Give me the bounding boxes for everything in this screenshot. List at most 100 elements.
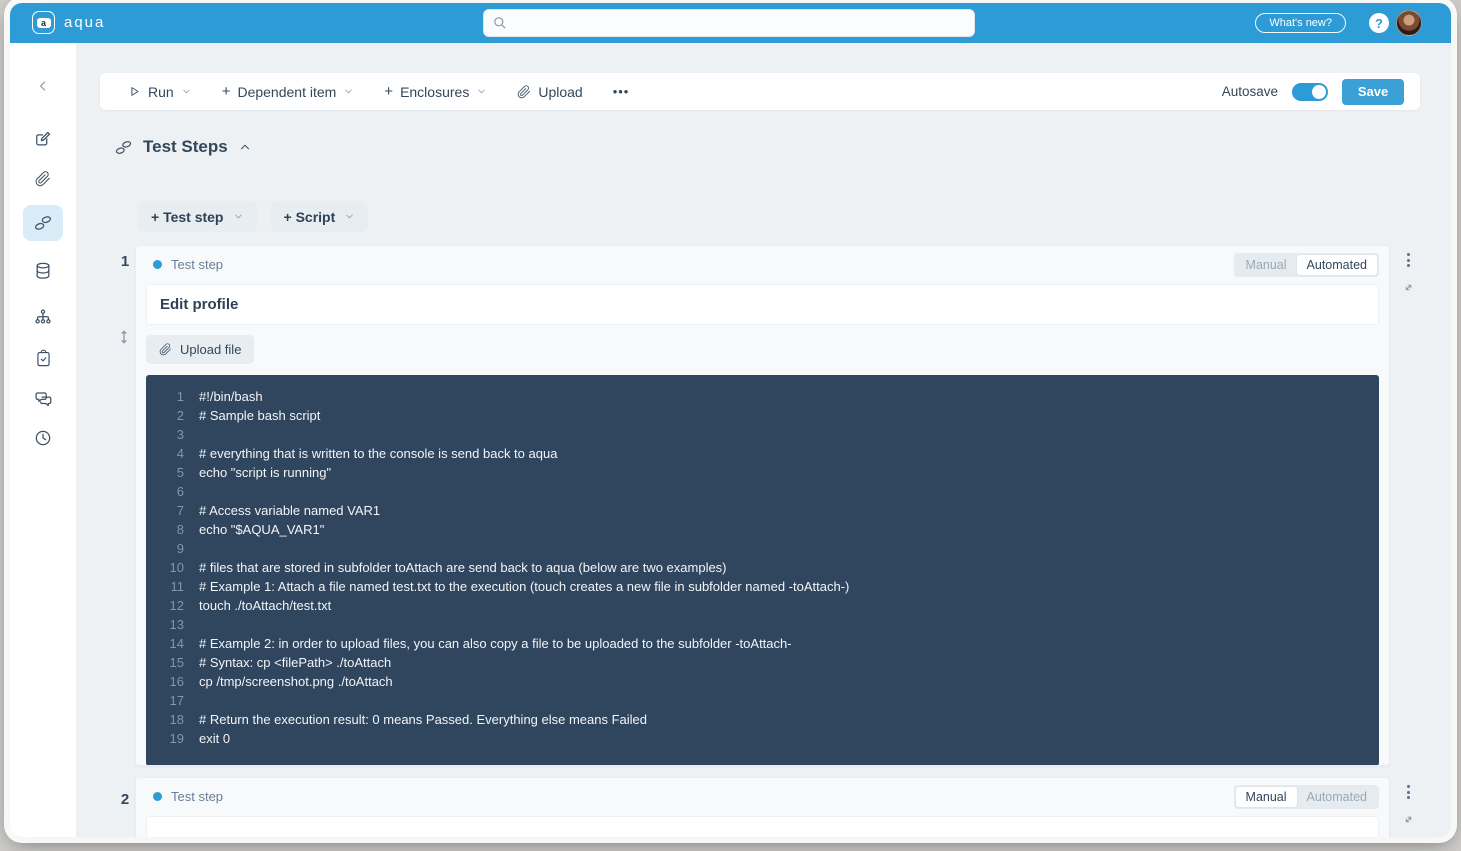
test-steps-icon (33, 213, 53, 233)
run-button[interactable]: Run (128, 84, 192, 100)
chevron-down-icon (233, 211, 244, 222)
upload-button[interactable]: Upload (517, 84, 582, 100)
step-title-field[interactable] (146, 816, 1379, 837)
aqua-logo[interactable]: a aqua (32, 11, 105, 34)
code-editor-lines: 1#!/bin/bash2# Sample bash script34# eve… (156, 387, 1369, 748)
autosave-toggle[interactable] (1292, 83, 1328, 101)
code-line: 13 (156, 615, 1369, 634)
test-steps-header: Test Steps (114, 137, 252, 157)
save-button[interactable]: Save (1342, 79, 1404, 105)
step-header: Test step Manual Automated (136, 778, 1389, 815)
script-code-editor[interactable]: 1#!/bin/bash2# Sample bash script34# eve… (146, 375, 1379, 766)
mode-switch: Manual Automated (1234, 785, 1379, 809)
code-line: 8echo "$AQUA_VAR1" (156, 520, 1369, 539)
play-icon (128, 85, 141, 98)
sidebar-item-attachments[interactable] (23, 161, 63, 197)
step-status-dot (153, 792, 162, 801)
code-line: 16cp /tmp/screenshot.png ./toAttach (156, 672, 1369, 691)
add-test-step-button[interactable]: + Test step (138, 201, 257, 232)
whats-new-button[interactable]: What's new? (1255, 13, 1346, 33)
sidebar-item-edit[interactable] (23, 121, 63, 157)
code-line: 10# files that are stored in subfolder t… (156, 558, 1369, 577)
upload-label: Upload (538, 84, 582, 100)
step-header: Test step Manual Automated (136, 246, 1389, 283)
chevron-up-icon[interactable] (238, 140, 252, 154)
clipboard-check-icon (34, 349, 53, 368)
code-line: 2# Sample bash script (156, 406, 1369, 425)
aqua-logo-text: aqua (64, 14, 105, 31)
sidebar-item-checklist[interactable] (23, 340, 63, 376)
code-line: 14# Example 2: in order to upload files,… (156, 634, 1369, 653)
automated-tab[interactable]: Automated (1297, 787, 1377, 807)
plus-icon: + (222, 83, 231, 100)
step-type-label: Test step (171, 257, 223, 272)
code-line: 5echo "script is running" (156, 463, 1369, 482)
chevron-down-icon (343, 86, 354, 97)
hierarchy-icon (33, 308, 53, 328)
dependent-item-label: Dependent item (237, 84, 336, 100)
clock-icon (33, 428, 53, 448)
enclosures-button[interactable]: + Enclosures (384, 83, 487, 100)
help-button[interactable]: ? (1369, 13, 1389, 33)
toggle-knob (1312, 85, 1326, 99)
code-line: 17 (156, 691, 1369, 710)
sidebar (10, 43, 76, 837)
sidebar-collapse-button[interactable] (23, 68, 63, 104)
chevron-down-icon (344, 211, 355, 222)
sidebar-item-history[interactable] (23, 420, 63, 456)
plus-icon: + (384, 83, 393, 100)
automated-tab[interactable]: Automated (1297, 255, 1377, 275)
top-bar: a aqua What's new? ? (10, 3, 1451, 43)
step-menu-kebab-icon[interactable] (1405, 783, 1412, 801)
manual-tab[interactable]: Manual (1236, 255, 1297, 275)
code-line: 6 (156, 482, 1369, 501)
code-line: 12touch ./toAttach/test.txt (156, 596, 1369, 615)
dependent-item-button[interactable]: + Dependent item (222, 83, 355, 100)
step-number: 2 (114, 791, 136, 808)
add-script-button[interactable]: + Script (271, 201, 369, 232)
test-step-card: Test step Manual Automated (135, 777, 1390, 837)
add-test-step-label: + Test step (151, 209, 224, 225)
run-label: Run (148, 84, 174, 100)
page-title: Test Steps (143, 137, 228, 157)
step-title-field[interactable]: Edit profile (146, 284, 1379, 325)
code-line: 9 (156, 539, 1369, 558)
sidebar-item-test-steps[interactable] (23, 205, 63, 241)
expand-icon[interactable] (1402, 813, 1415, 826)
step-status-dot (153, 260, 162, 269)
step-type-label: Test step (171, 789, 223, 804)
step-menu-kebab-icon[interactable] (1405, 251, 1412, 269)
paperclip-icon (517, 85, 531, 99)
item-toolbar: Run + Dependent item + Enclosures Upload… (100, 73, 1420, 110)
code-line: 3 (156, 425, 1369, 444)
code-line: 7# Access variable named VAR1 (156, 501, 1369, 520)
aqua-logo-icon: a (32, 11, 55, 34)
expand-icon[interactable] (1402, 281, 1415, 294)
mode-switch: Manual Automated (1234, 253, 1379, 277)
code-line: 19exit 0 (156, 729, 1369, 748)
step-number: 1 (114, 253, 136, 270)
app-window: a aqua What's new? ? (10, 3, 1451, 837)
search-icon (492, 15, 508, 31)
sidebar-item-database[interactable] (23, 253, 63, 289)
avatar[interactable] (1396, 10, 1422, 36)
drag-handle-icon[interactable] (117, 329, 131, 350)
add-buttons-row: + Test step + Script (138, 201, 368, 232)
chevron-left-icon (35, 78, 51, 94)
database-icon (33, 261, 53, 281)
main-content: Run + Dependent item + Enclosures Upload… (76, 43, 1451, 837)
upload-file-label: Upload file (180, 342, 241, 357)
edit-icon (33, 129, 53, 149)
chevron-down-icon (181, 86, 192, 97)
chat-bubbles-icon (33, 388, 53, 408)
global-search[interactable] (483, 9, 975, 37)
paperclip-icon (33, 169, 53, 189)
more-actions-button[interactable]: ••• (613, 84, 630, 99)
search-input[interactable] (508, 16, 966, 31)
sidebar-item-hierarchy[interactable] (23, 300, 63, 336)
manual-tab[interactable]: Manual (1236, 787, 1297, 807)
code-line: 1#!/bin/bash (156, 387, 1369, 406)
upload-file-button[interactable]: Upload file (146, 335, 254, 364)
paperclip-icon (159, 343, 172, 356)
sidebar-item-comments[interactable] (23, 380, 63, 416)
